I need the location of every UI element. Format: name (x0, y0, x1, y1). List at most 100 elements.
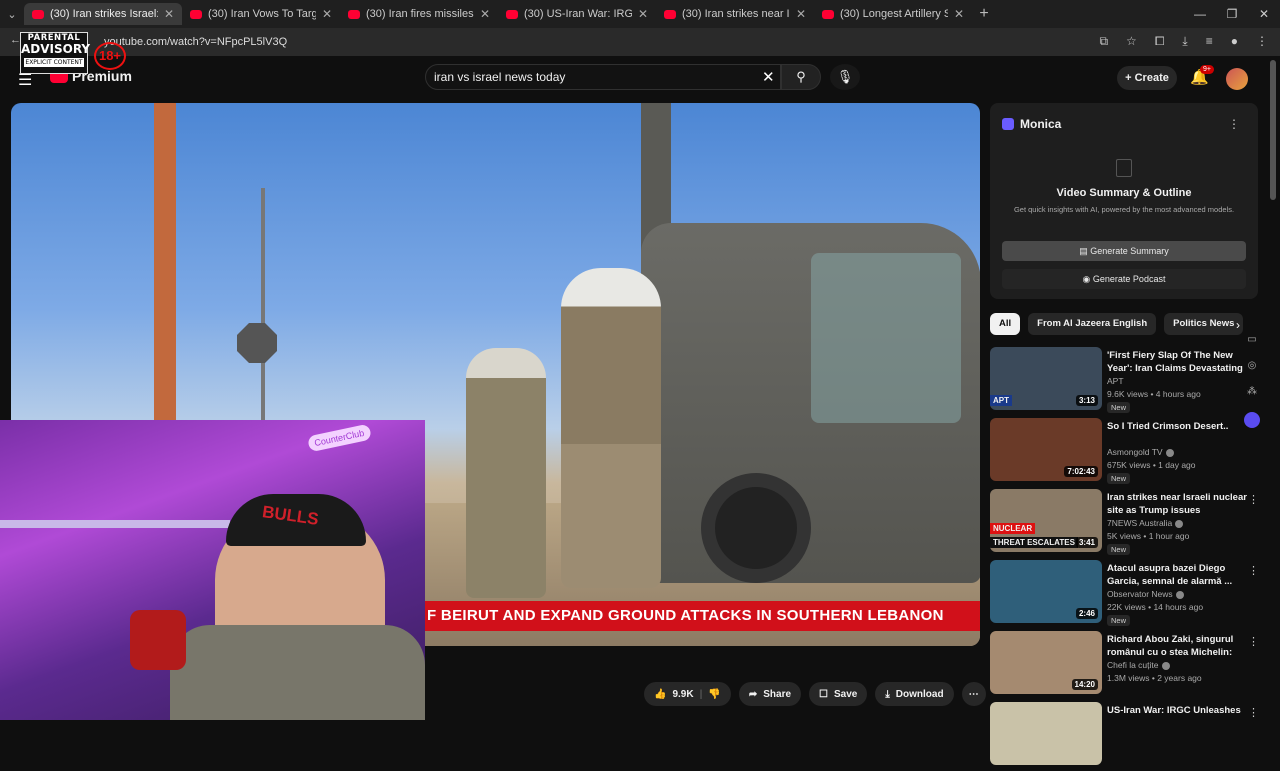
downloads-icon[interactable]: ⤓ (1182, 34, 1187, 49)
recommendation-title[interactable]: Iran strikes near Israeli nuclear site a… (1107, 491, 1247, 517)
browser-tab[interactable]: (30) Longest Artillery Strike in U ✕ (814, 3, 972, 25)
video-worker (561, 268, 661, 588)
profile-avatar[interactable]: ● (1231, 34, 1238, 49)
browser-tab[interactable]: (30) Iran strikes near Israeli nuc ✕ (656, 3, 814, 25)
close-tab-icon[interactable]: ✕ (164, 7, 174, 21)
close-tab-icon[interactable]: ✕ (796, 7, 806, 21)
channel-name[interactable]: Observator News (1107, 589, 1184, 599)
filter-chip[interactable]: Politics News (1164, 313, 1244, 335)
recommendation-item[interactable]: US-Iran War: IRGC Unleashes ⋮ (990, 700, 1260, 771)
tab-title: (30) Iran fires missiles at UK-US (366, 8, 474, 20)
maximize-button[interactable]: ❐ (1216, 0, 1248, 28)
youtube-favicon-icon (190, 9, 202, 19)
recommendation-item[interactable]: APT 3:13 'First Fiery Slap Of The New Year… (990, 345, 1260, 416)
tab-title: (30) Longest Artillery Strike in U (840, 8, 948, 20)
create-button[interactable]: + Create (1117, 66, 1177, 90)
panel-toggle-icon[interactable]: ▭ (1247, 334, 1256, 345)
youtube-favicon-icon (664, 9, 676, 19)
save-button[interactable]: ☐ Save (809, 682, 868, 706)
recommendation-item[interactable]: 7:02:43 So I Tried Crimson Desert.. Asmong… (990, 416, 1260, 487)
reading-list-icon[interactable]: ≡ (1206, 34, 1213, 49)
clear-search-icon[interactable]: ✕ (762, 68, 775, 86)
video-thumbnail[interactable]: NUCLEAR THREAT ESCALATES 3:41 (990, 489, 1102, 552)
recommendation-list: APT 3:13 'First Fiery Slap Of The New Year… (990, 345, 1260, 771)
age-rating-badge: 18+ (94, 42, 126, 70)
share-button[interactable]: ➦ Share (738, 682, 802, 706)
more-actions-button[interactable]: ⋯ (961, 682, 986, 706)
extensions-icon[interactable]: ⧠ (1155, 34, 1165, 49)
video-thumbnail[interactable]: APT 3:13 (990, 347, 1102, 410)
recommendation-title[interactable]: Richard Abou Zaki, singurul românul cu o… (1107, 633, 1247, 659)
browser-tab[interactable]: (30) Iran fires missiles at UK-US ✕ (340, 3, 498, 25)
channel-label: Observator News (1107, 589, 1173, 599)
search-input[interactable]: iran vs israel news today (425, 64, 781, 90)
video-thumbnail[interactable]: 7:02:43 (990, 418, 1102, 481)
channel-name[interactable]: 7NEWS Australia (1107, 518, 1184, 528)
channel-name[interactable]: Chefi la cuțite (1107, 660, 1170, 670)
recommendation-item[interactable]: 2:46 Atacul asupra bazei Diego Garcia, se… (990, 558, 1260, 629)
forklift-window (811, 253, 961, 423)
tab-title: (30) Iran strikes near Israeli nuc (682, 8, 790, 20)
video-thumbnail[interactable]: 14:20 (990, 631, 1102, 694)
close-tab-icon[interactable]: ✕ (322, 7, 332, 21)
search-icon[interactable]: ⚲ (781, 64, 821, 90)
close-tab-icon[interactable]: ✕ (954, 7, 964, 21)
channel-name[interactable]: Asmongold TV (1107, 447, 1174, 457)
verified-icon (1175, 519, 1184, 528)
install-app-icon[interactable]: ⧉ (1099, 34, 1108, 49)
monica-more-icon[interactable]: ⋮ (1228, 117, 1240, 131)
channel-label: APT (1107, 376, 1124, 386)
more-options-icon[interactable]: ⋮ (1248, 706, 1259, 719)
recommendation-title[interactable]: Atacul asupra bazei Diego Garcia, semnal… (1107, 562, 1247, 588)
close-tab-icon[interactable]: ✕ (638, 7, 648, 21)
new-tab-button[interactable]: + (972, 5, 996, 23)
download-button[interactable]: ⤓ Download (875, 682, 954, 706)
filter-chip[interactable]: From Al Jazeera English (1028, 313, 1157, 335)
mic-icon[interactable]: 🎙 (830, 64, 860, 90)
generate-summary-button[interactable]: ▤ Generate Summary (1002, 241, 1246, 261)
video-thumbnail[interactable] (990, 702, 1102, 765)
new-badge: New (1107, 473, 1131, 484)
minimize-button[interactable]: — (1184, 0, 1216, 28)
recommendation-title[interactable]: 'First Fiery Slap Of The New Year': Iran… (1107, 349, 1247, 375)
browser-tab[interactable]: (30) Iran strikes Israel: Dimona ✕ (24, 3, 182, 25)
video-meta: 9.6K views • 4 hours ago (1107, 389, 1201, 399)
more-options-icon[interactable]: ⋮ (1248, 564, 1259, 577)
video-duration: 3:13 (1075, 395, 1098, 406)
channel-label: 7NEWS Australia (1107, 518, 1173, 528)
browser-tab[interactable]: (30) Iran Vows To Target US Ene ✕ (182, 3, 340, 25)
save-icon: ☐ (819, 688, 828, 700)
page-scrollbar[interactable] (1270, 60, 1276, 200)
close-tab-icon[interactable]: ✕ (480, 7, 490, 21)
tab-search-button[interactable]: ⌄ (0, 0, 24, 28)
new-badge: New (1107, 615, 1131, 626)
close-window-button[interactable]: ✕ (1248, 0, 1280, 28)
browser-tab[interactable]: (30) US-Iran War: IRGC Unleash ✕ (498, 3, 656, 25)
new-badge: New (1107, 402, 1131, 413)
bookmark-star-icon[interactable]: ☆ (1126, 34, 1137, 49)
video-forklift (641, 223, 980, 583)
video-thumbnail[interactable]: 2:46 (990, 560, 1102, 623)
filter-chip[interactable]: All (990, 313, 1021, 335)
generate-podcast-button[interactable]: ◉ Generate Podcast (1002, 269, 1246, 289)
browser-menu-icon[interactable]: ⋮ (1256, 34, 1268, 49)
thumbs-down-icon[interactable]: 👎 (708, 689, 720, 700)
video-duration: 2:46 (1075, 608, 1098, 619)
recommendation-title[interactable]: So I Tried Crimson Desert.. (1107, 420, 1247, 433)
account-avatar[interactable] (1226, 68, 1248, 90)
url-field[interactable]: youtube.com/watch?v=NFpcPL5lV3Q (104, 36, 287, 48)
recommendation-item[interactable]: 14:20 Richard Abou Zaki, singurul românul… (990, 629, 1260, 700)
video-duration: 3:41 (1075, 537, 1098, 548)
save-label: Save (834, 688, 858, 700)
chevron-right-icon[interactable]: › (1236, 318, 1240, 332)
like-button[interactable]: 👍 9.9K | 👎 (644, 682, 731, 706)
more-options-icon[interactable]: ⋮ (1248, 635, 1259, 648)
channel-name[interactable]: APT (1107, 376, 1124, 386)
create-label: Create (1134, 72, 1169, 84)
forklift-wheel (701, 473, 811, 583)
verified-icon (1165, 448, 1174, 457)
webcam-shelf (0, 520, 230, 528)
more-options-icon[interactable]: ⋮ (1248, 493, 1259, 506)
recommendation-title[interactable]: US-Iran War: IRGC Unleashes (1107, 704, 1247, 717)
recommendation-item[interactable]: NUCLEAR THREAT ESCALATES 3:41 Iran strikes … (990, 487, 1260, 558)
